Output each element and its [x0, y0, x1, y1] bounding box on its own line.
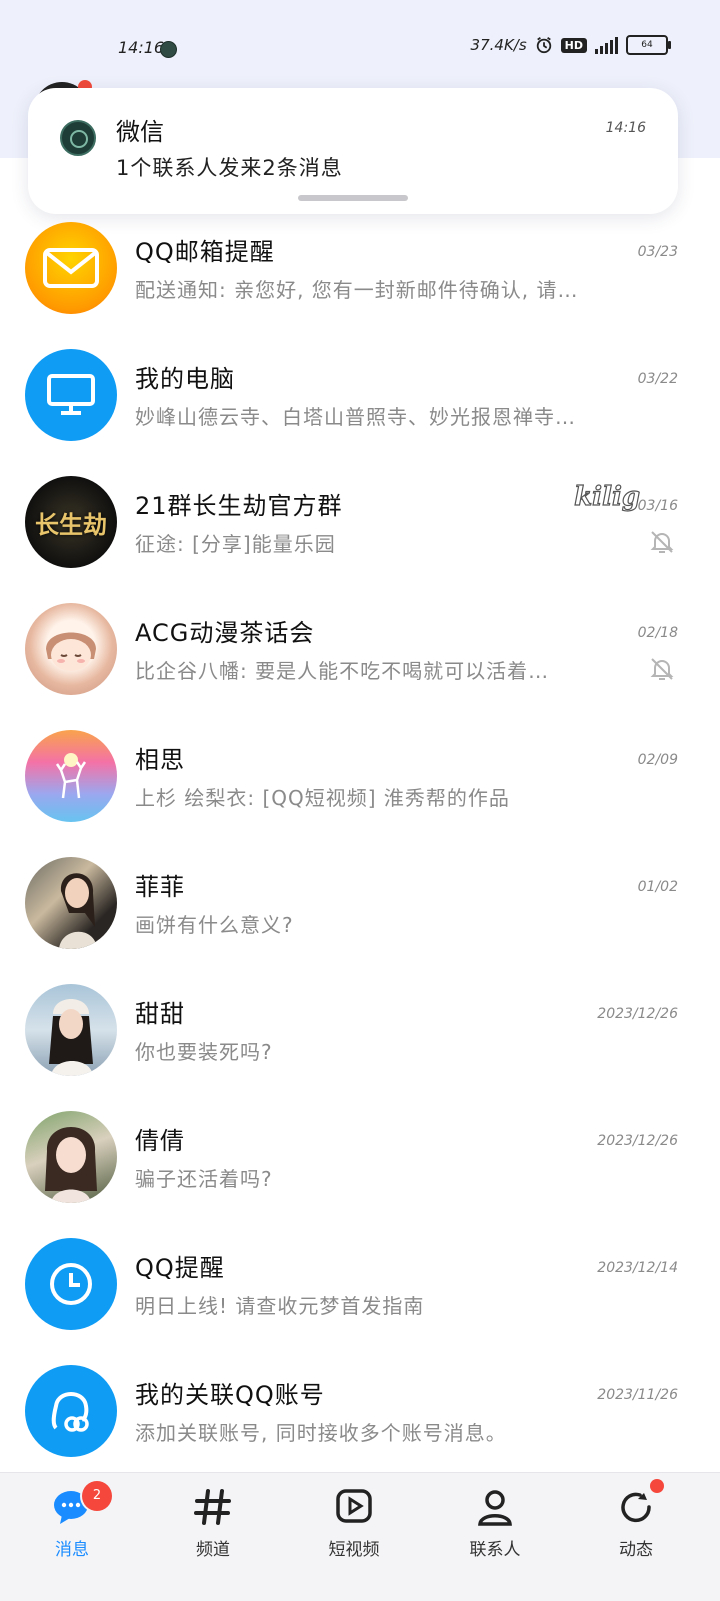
notification-app-name: 微信	[116, 118, 164, 146]
chat-item-xiangsi[interactable]: 相思 上杉 绘梨衣: [QQ短视频] 淮秀帮的作品 02/09	[0, 730, 720, 856]
chat-name: 我的关联QQ账号	[135, 1381, 325, 1409]
chat-name: ACG动漫茶话会	[135, 619, 315, 647]
photo-person-icon	[59, 873, 97, 949]
signal-icon	[595, 36, 618, 54]
hash-icon	[194, 1489, 231, 1525]
clock-icon	[50, 1263, 92, 1305]
chat-item-tiantian[interactable]: 甜甜 你也要装死吗? 2023/12/26	[0, 984, 720, 1110]
chat-item-feifei[interactable]: 菲菲 画饼有什么意义? 01/02	[0, 857, 720, 983]
status-bar: 14:16 37.4K/s HD 64	[0, 28, 720, 68]
tab-contacts[interactable]: 联系人	[423, 1473, 567, 1601]
computer-avatar	[25, 349, 117, 441]
chat-preview: 明日上线! 请查收元梦首发指南	[135, 1294, 425, 1318]
chat-date: 2023/12/26	[597, 1133, 678, 1149]
chat-name: QQ邮箱提醒	[135, 238, 275, 266]
chat-date: 03/16	[637, 498, 678, 514]
unread-badge: 2	[82, 1481, 112, 1511]
refresh-star-icon	[621, 1492, 651, 1523]
chat-date: 2023/12/14	[597, 1260, 678, 1276]
photo-person-icon	[45, 1127, 97, 1203]
chat-item-acg-group[interactable]: ACG动漫茶话会 比企谷八幡: 要是人能不吃不喝就可以活着… 02/18	[0, 603, 720, 729]
mail-avatar	[25, 222, 117, 314]
deer-avatar	[25, 730, 117, 822]
chat-name: 甜甜	[135, 1000, 185, 1028]
chat-date: 2023/11/26	[597, 1387, 678, 1403]
video-play-icon	[336, 1489, 372, 1523]
envelope-icon	[43, 248, 99, 288]
contact-avatar	[25, 984, 117, 1076]
tab-label: 联系人	[469, 1540, 521, 1560]
chat-date: 01/02	[637, 879, 678, 895]
alarm-icon	[536, 37, 551, 54]
tab-label: 短视频	[328, 1540, 380, 1560]
kilig-sticker: kilig	[574, 481, 641, 512]
tab-label: 动态	[619, 1540, 653, 1560]
contact-avatar	[25, 1111, 117, 1203]
chat-date: 03/22	[637, 371, 678, 387]
tab-short-video[interactable]: 短视频	[282, 1473, 426, 1601]
chat-item-game-group[interactable]: 长生劫 21群长生劫官方群 kilig 征途: [分享]能量乐园 03/16	[0, 476, 720, 602]
wechat-notification-banner[interactable]: 微信 14:16 1个联系人发来2条消息	[28, 88, 678, 214]
deer-icon	[55, 753, 87, 799]
notification-text: 1个联系人发来2条消息	[116, 156, 343, 180]
monitor-icon	[47, 374, 95, 415]
game-group-avatar: 长生劫	[25, 476, 117, 568]
chat-date: 02/09	[637, 752, 678, 768]
chat-item-qq-mail[interactable]: QQ邮箱提醒 配送通知: 亲您好, 您有一封新邮件待确认, 请… 03/23	[0, 222, 720, 348]
chat-preview: 你也要装死吗?	[135, 1040, 273, 1064]
bottom-tab-bar: 2 消息 频道 短视频 联系人 动态	[0, 1472, 720, 1601]
chat-name: 我的电脑	[135, 365, 235, 393]
notification-drag-handle[interactable]	[298, 195, 408, 201]
chat-item-qianqian[interactable]: 倩倩 骗子还活着吗? 2023/12/26	[0, 1111, 720, 1237]
photo-person-icon	[49, 999, 93, 1076]
mute-bell-icon	[650, 531, 674, 553]
chat-preview: 画饼有什么意义?	[135, 913, 294, 937]
chat-preview: 配送通知: 亲您好, 您有一封新邮件待确认, 请…	[135, 278, 579, 302]
chat-preview: 添加关联账号, 同时接收多个账号消息。	[135, 1421, 507, 1445]
chat-preview: 骗子还活着吗?	[135, 1167, 273, 1191]
tab-label: 消息	[55, 1540, 89, 1560]
chat-name: 菲菲	[135, 873, 185, 901]
acg-avatar	[25, 603, 117, 695]
status-right-group: 37.4K/s HD 64	[470, 35, 671, 55]
group-logo-text: 长生劫	[35, 509, 107, 539]
chat-date: 2023/12/26	[597, 1006, 678, 1022]
anime-girl-icon	[46, 632, 96, 671]
chat-name: QQ提醒	[135, 1254, 225, 1282]
tab-label: 频道	[196, 1540, 230, 1560]
tab-messages[interactable]: 2 消息	[0, 1473, 144, 1601]
linked-account-avatar	[25, 1365, 117, 1457]
chat-name: 倩倩	[135, 1127, 185, 1155]
chat-name: 21群长生劫官方群	[135, 492, 343, 520]
notification-time: 14:16	[605, 120, 646, 136]
contact-avatar	[25, 857, 117, 949]
app-notification-icon	[160, 41, 177, 58]
chat-date: 02/18	[637, 625, 678, 641]
moments-notification-dot	[650, 1479, 664, 1493]
chat-date: 03/23	[637, 244, 678, 260]
status-time: 14:16	[118, 38, 165, 57]
wechat-app-icon	[60, 120, 96, 156]
mute-bell-icon	[650, 658, 674, 680]
linked-account-icon	[51, 1392, 89, 1432]
chat-item-my-computer[interactable]: 我的电脑 妙峰山德云寺、白塔山普照寺、妙光报恩禅寺… 03/22	[0, 349, 720, 475]
network-speed: 37.4K/s	[470, 36, 527, 54]
chat-item-qq-reminder[interactable]: QQ提醒 明日上线! 请查收元梦首发指南 2023/12/14	[0, 1238, 720, 1364]
reminder-avatar	[25, 1238, 117, 1330]
person-icon	[478, 1490, 512, 1526]
tab-channels[interactable]: 频道	[141, 1473, 285, 1601]
chat-preview: 妙峰山德云寺、白塔山普照寺、妙光报恩禅寺…	[135, 405, 576, 429]
tab-moments[interactable]: 动态	[564, 1473, 708, 1601]
chat-preview: 征途: [分享]能量乐园	[135, 532, 336, 556]
chat-preview: 上杉 绘梨衣: [QQ短视频] 淮秀帮的作品	[135, 786, 510, 810]
chat-preview: 比企谷八幡: 要是人能不吃不喝就可以活着…	[135, 659, 550, 683]
battery-icon: 64	[626, 35, 671, 55]
hd-icon: HD	[560, 37, 587, 53]
chat-name: 相思	[135, 746, 185, 774]
